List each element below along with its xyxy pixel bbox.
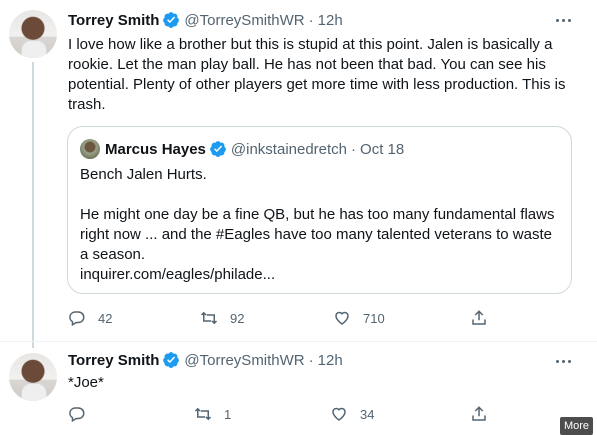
more-options-icon[interactable] [551,8,575,32]
author-handle[interactable]: @TorreySmithWR [184,352,304,369]
tweet-2[interactable]: Torrey Smith @TorreySmithWR · 12h *Joe* … [0,341,597,435]
like-button[interactable]: 710 [333,307,385,329]
like-button[interactable]: 34 [330,403,374,425]
quoted-avatar [80,139,100,159]
tweet-header: Torrey Smith @TorreySmithWR · 12h [68,350,343,370]
tweet-header: Torrey Smith @TorreySmithWR · 12h [68,10,343,30]
author-name[interactable]: Torrey Smith [68,12,159,29]
share-button[interactable] [470,307,488,329]
share-button[interactable] [470,403,488,425]
like-count: 710 [363,310,385,326]
heart-icon [335,311,349,325]
quoted-tweet-text: Bench Jalen Hurts. He might one day be a… [80,165,560,285]
share-icon [472,406,486,421]
retweet-button[interactable]: 1 [194,403,231,425]
tweet-text: *Joe* [68,374,104,391]
separator: · [308,11,314,29]
separator: · [351,140,357,158]
reply-button[interactable] [68,403,98,425]
retweet-icon [194,407,212,421]
quoted-line-1: Bench Jalen Hurts. [80,166,207,183]
verified-badge-icon [163,12,180,28]
retweet-button[interactable]: 92 [200,307,244,329]
quoted-tweet-header: Marcus Hayes @inkstainedretch · Oct 18 [80,139,404,159]
timestamp[interactable]: 12h [318,12,343,29]
quoted-tweet[interactable]: Marcus Hayes @inkstainedretch · Oct 18 B… [67,126,572,294]
quoted-link[interactable]: inquirer.com/eagles/philade... [80,265,560,285]
share-icon [472,310,486,325]
like-count: 34 [360,406,375,422]
more-options-icon[interactable] [551,349,575,373]
quoted-author-handle: @inkstainedretch [230,140,348,158]
tweet-1[interactable]: Torrey Smith @TorreySmithWR · 12h I love… [0,0,597,348]
retweet-count: 92 [230,310,245,326]
timestamp[interactable]: 12h [318,352,343,369]
separator: · [308,351,314,369]
quoted-author-name: Marcus Hayes [105,140,206,158]
heart-icon [332,407,346,421]
avatar[interactable] [9,10,57,58]
tweet-text: I love how like a brother but this is st… [68,36,566,113]
retweet-count: 1 [224,406,232,422]
avatar[interactable] [9,353,57,401]
reply-icon [69,311,85,327]
verified-badge-icon [210,141,226,157]
author-name[interactable]: Torrey Smith [68,352,159,369]
retweet-icon [200,311,218,325]
verified-badge-icon [163,352,180,368]
reply-count: 42 [98,310,113,326]
quoted-line-2: He might one day be a fine QB, but he ha… [80,206,555,263]
quoted-timestamp: Oct 18 [360,140,405,158]
reply-icon [69,407,85,423]
thread-line [32,62,34,348]
reply-button[interactable]: 42 [68,307,112,329]
more-button[interactable]: More [559,417,593,435]
author-handle[interactable]: @TorreySmithWR [184,12,304,29]
